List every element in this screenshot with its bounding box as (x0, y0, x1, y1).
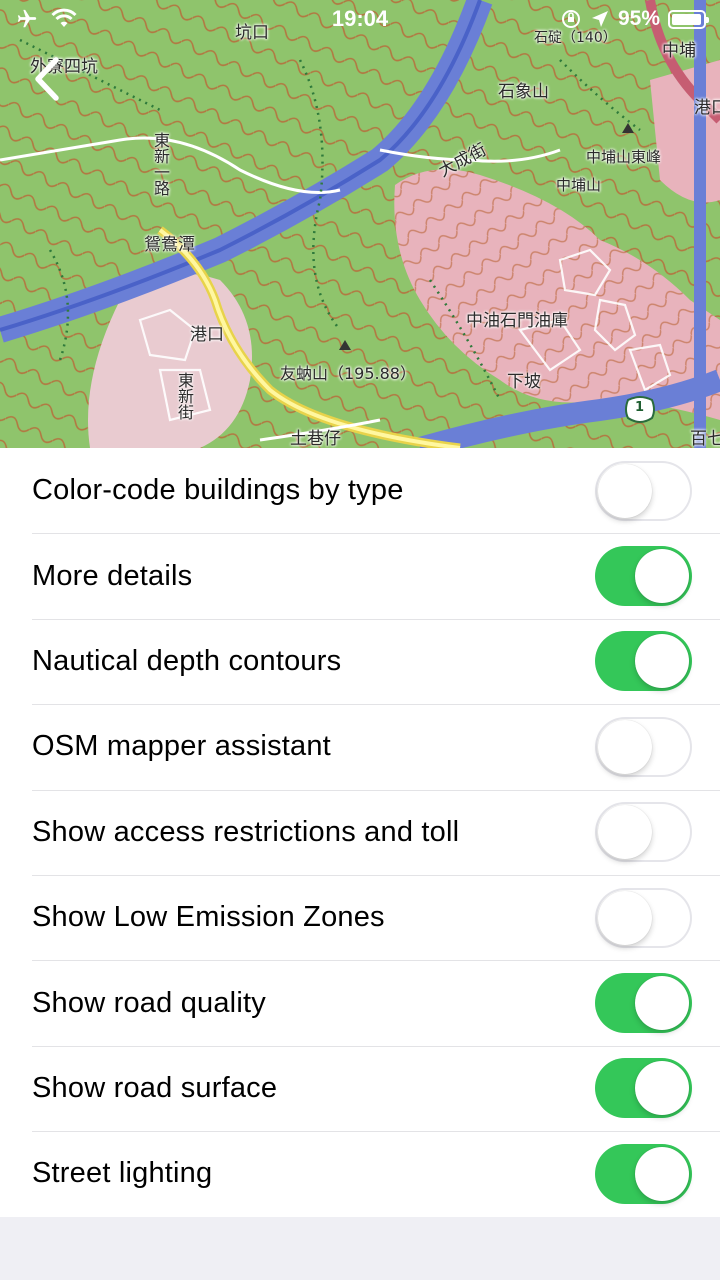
setting-row-color-code-buildings: Color-code buildings by type (0, 448, 720, 533)
map-label: 鴛鴦潭 (144, 235, 195, 255)
back-button[interactable] (28, 54, 72, 106)
setting-label: Show Low Emission Zones (32, 901, 385, 934)
map-label: 土巷仔 (290, 429, 341, 448)
battery-level-fill (672, 13, 701, 25)
battery-percent: 95% (617, 7, 660, 30)
map-label: 東新街 (175, 372, 194, 420)
setting-label: Nautical depth contours (32, 644, 342, 677)
setting-label: Show access restrictions and toll (32, 815, 460, 848)
setting-row-street-lighting: Street lighting (0, 1131, 720, 1216)
setting-label: More details (32, 559, 193, 592)
location-arrow-icon (591, 11, 608, 27)
road-quality-toggle[interactable] (595, 973, 692, 1034)
street-lighting-toggle[interactable] (595, 1143, 692, 1204)
setting-label: OSM mapper assistant (32, 730, 331, 763)
nautical-depth-contours-toggle[interactable] (595, 631, 692, 692)
map-label: 下坡 (507, 372, 541, 392)
setting-row-nautical-depth-contours: Nautical depth contours (0, 618, 720, 704)
setting-label: Show road surface (32, 1071, 278, 1104)
color-code-buildings-toggle[interactable] (595, 460, 692, 521)
setting-label: Show road quality (32, 986, 266, 1019)
chevron-left-icon (35, 57, 59, 101)
more-details-toggle[interactable] (595, 546, 692, 607)
setting-row-road-quality: Show road quality (0, 960, 720, 1045)
settings-list: Color-code buildings by type More detail… (0, 448, 720, 1217)
status-bar: 19:04 95% (0, 0, 720, 40)
road-shield-number: 1 (635, 400, 645, 415)
map-label: 百七 (690, 429, 720, 448)
setting-row-more-details: More details (0, 533, 720, 618)
map-label: 中埔山 (556, 176, 602, 194)
map-label: 石象山 (498, 82, 549, 102)
map-label: 港口 (190, 325, 224, 345)
setting-row-access-restrictions: Show access restrictions and toll (0, 789, 720, 875)
setting-row-road-surface: Show road surface (0, 1045, 720, 1131)
map-label: 東新一路 (151, 132, 170, 196)
battery-icon (668, 9, 709, 29)
setting-row-osm-mapper-assistant: OSM mapper assistant (0, 704, 720, 789)
setting-row-low-emission-zones: Show Low Emission Zones (0, 874, 720, 960)
low-emission-zones-toggle[interactable] (595, 887, 692, 948)
setting-label: Color-code buildings by type (32, 474, 404, 507)
map-preview: 外寮四坑 坑口 石象山 石碇（140） 中埔 港口 中埔山東峰 中埔山 大成街 … (0, 0, 720, 448)
map-label: 中埔山東峰 (586, 148, 662, 166)
orientation-lock-icon (561, 10, 580, 28)
setting-label: Street lighting (32, 1157, 213, 1190)
map-label: 港口 (694, 98, 720, 118)
access-restrictions-toggle[interactable] (595, 802, 692, 863)
map-label: 友蚋山（195.88） (280, 364, 416, 383)
map-label: 中油石門油庫 (466, 311, 568, 331)
osm-mapper-assistant-toggle[interactable] (595, 716, 692, 777)
road-surface-toggle[interactable] (595, 1058, 692, 1119)
